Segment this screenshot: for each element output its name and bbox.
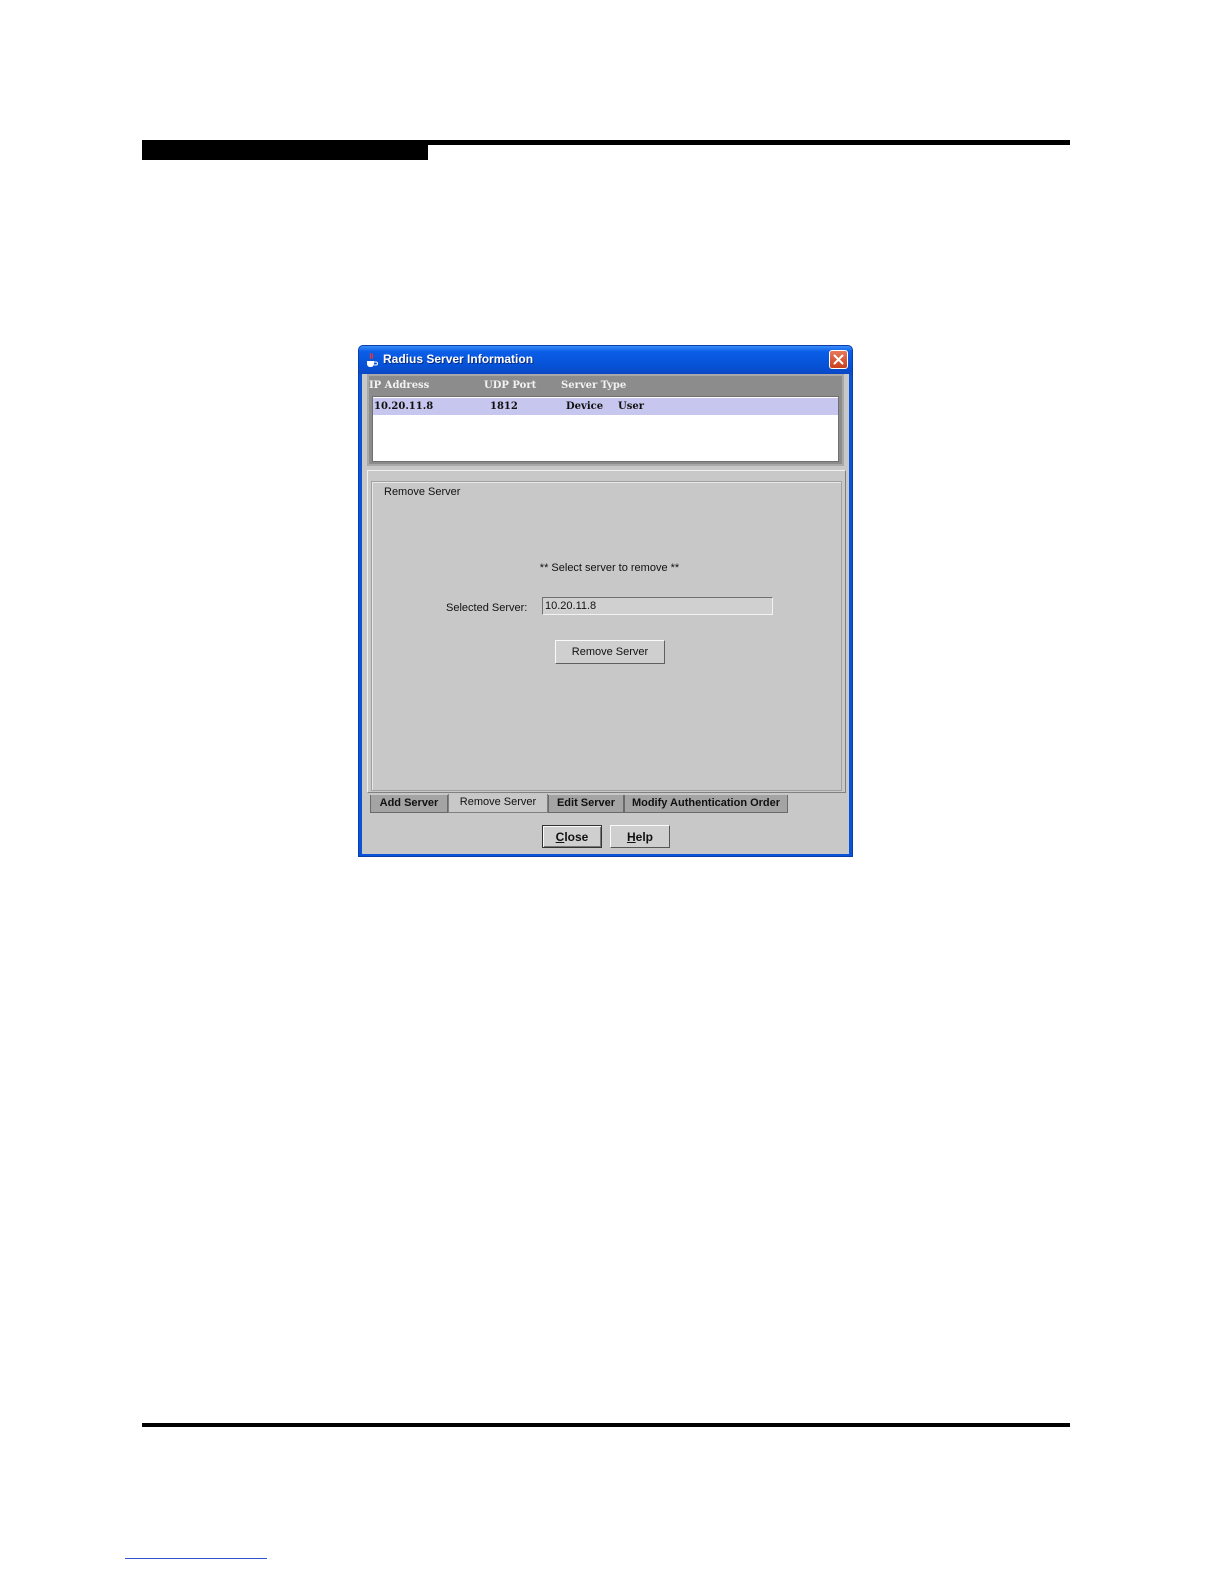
cell-type-device: Device — [566, 401, 604, 412]
window-close-button[interactable] — [829, 350, 848, 369]
title-bar[interactable]: Radius Server Information — [359, 346, 852, 374]
close-button[interactable]: Close — [542, 825, 602, 848]
tab-remove-server[interactable]: Remove Server — [448, 794, 548, 813]
remove-server-button[interactable]: Remove Server — [555, 640, 665, 664]
footer-link-underline — [125, 1558, 267, 1559]
remove-server-panel: Remove Server ** Select server to remove… — [367, 470, 846, 793]
selected-server-field[interactable] — [542, 597, 773, 615]
page-footer-rule — [142, 1423, 1070, 1427]
server-table: IP Address UDP Port Server Type 10.20.11… — [367, 374, 844, 466]
table-row[interactable]: 10.20.11.8 1812 Device User — [373, 398, 838, 415]
window-title: Radius Server Information — [383, 352, 534, 366]
column-header-ip[interactable]: IP Address — [369, 380, 429, 391]
close-label-rest: lose — [564, 829, 589, 844]
select-hint: ** Select server to remove ** — [539, 562, 680, 574]
table-header: IP Address UDP Port Server Type — [369, 376, 842, 396]
cell-ip: 10.20.11.8 — [374, 401, 434, 412]
radius-server-dialog: Radius Server Information IP Address UDP… — [358, 345, 853, 857]
help-mnemonic: H — [626, 829, 636, 844]
tab-modify-authentication-order[interactable]: Modify Authentication Order — [624, 795, 788, 813]
tab-add-server[interactable]: Add Server — [370, 795, 448, 813]
column-header-port[interactable]: UDP Port — [484, 380, 536, 391]
tab-edit-server[interactable]: Edit Server — [548, 795, 624, 813]
column-header-type[interactable]: Server Type — [561, 380, 626, 391]
group-label: Remove Server — [381, 486, 464, 498]
page-header-tab — [142, 140, 428, 160]
cell-type-user: User — [618, 401, 644, 412]
help-label-rest: elp — [635, 829, 653, 844]
help-button[interactable]: Help — [610, 825, 670, 848]
remove-server-group: Remove Server ** Select server to remove… — [371, 481, 842, 791]
java-cup-icon — [367, 352, 378, 367]
dialog-client-area: IP Address UDP Port Server Type 10.20.11… — [362, 374, 849, 854]
table-body[interactable]: 10.20.11.8 1812 Device User — [372, 396, 839, 462]
selected-server-label: Selected Server: — [446, 602, 528, 614]
cell-port: 1812 — [490, 401, 518, 412]
close-icon — [833, 354, 844, 365]
